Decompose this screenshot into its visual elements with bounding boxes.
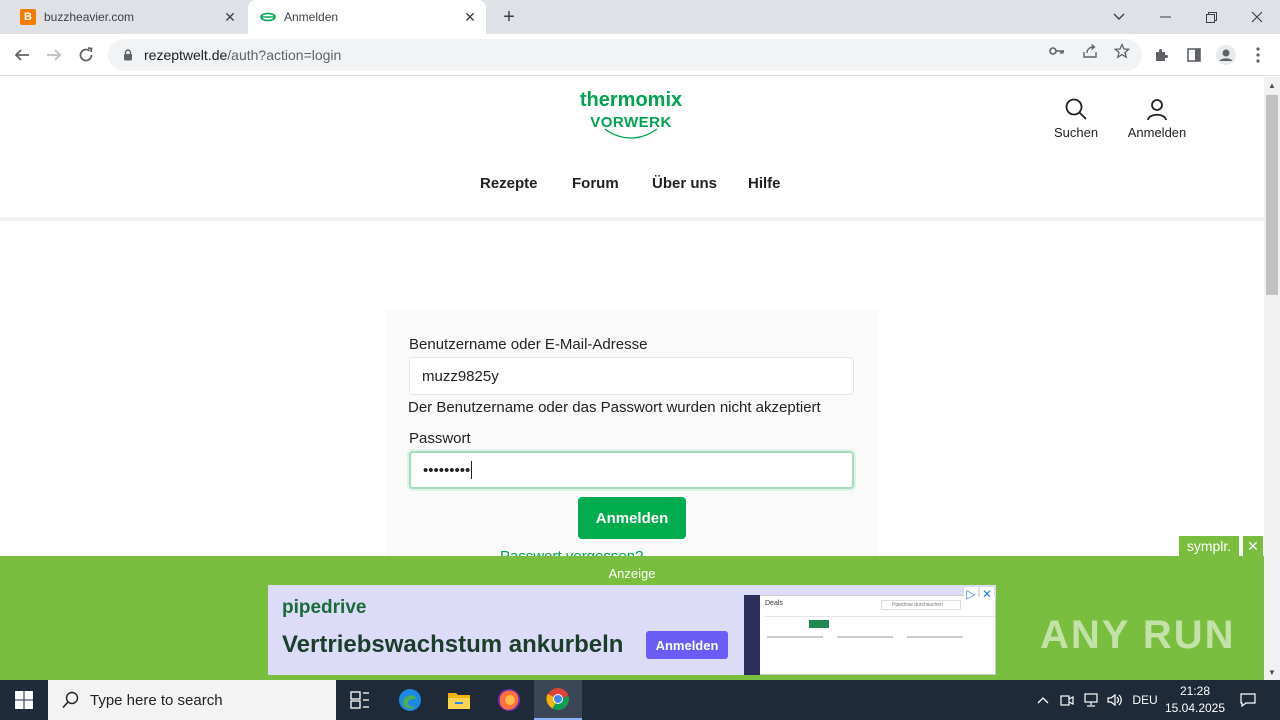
adchoices-icon[interactable]: ▷ (964, 587, 978, 601)
header-login-button[interactable]: Anmelden (1120, 97, 1194, 140)
start-button[interactable] (0, 680, 48, 720)
search-button[interactable]: Suchen (1050, 97, 1102, 140)
login-label: Anmelden (1127, 125, 1187, 140)
thermomix-logo[interactable]: thermomix VORWERK (574, 89, 688, 139)
scroll-thumb[interactable] (1266, 95, 1278, 295)
url-host: rezeptwelt.de (144, 47, 228, 63)
ad-screenshot-search: Pipedrive durchsuchen (881, 600, 961, 610)
password-input[interactable]: ••••••••• (409, 451, 854, 489)
url-path: /auth?action=login (227, 47, 342, 63)
chrome-icon[interactable] (534, 680, 582, 720)
nav-rezepte[interactable]: Rezepte (480, 175, 538, 192)
back-button[interactable] (9, 42, 35, 68)
close-window-button[interactable] (1234, 0, 1280, 34)
ad-provider-badge[interactable]: symplr. (1179, 536, 1239, 556)
user-icon (1147, 99, 1167, 121)
tray-expand-chevron-icon[interactable] (1034, 680, 1052, 720)
share-icon[interactable] (1081, 42, 1099, 60)
windows-logo-icon (15, 691, 33, 709)
clock-date: 15.04.2025 (1164, 701, 1226, 715)
brand-name: thermomix (579, 89, 683, 111)
ad-screenshot-button (809, 620, 829, 628)
file-explorer-icon[interactable] (435, 680, 483, 720)
ad-screenshot-column (907, 636, 963, 672)
lock-icon (124, 49, 132, 61)
task-view-icon[interactable] (336, 680, 384, 720)
clock-time: 21:28 (1179, 684, 1211, 698)
ad-banner[interactable]: pipedrive Vertriebswachstum ankurbeln An… (268, 585, 996, 675)
username-input[interactable]: muzz9825y (409, 357, 854, 395)
taskbar-search-placeholder: Type here to search (90, 691, 223, 709)
login-error-message: Der Benutzername oder das Passwort wurde… (408, 399, 821, 416)
side-panel-icon[interactable] (1183, 44, 1205, 66)
new-tab-button[interactable]: + (498, 6, 520, 28)
input-language-indicator[interactable]: DEU (1130, 680, 1160, 720)
ad-product-screenshot: Deals Pipedrive durchsuchen (744, 595, 996, 675)
key-icon[interactable] (1048, 42, 1066, 60)
brand-sub: VORWERK (590, 114, 672, 131)
tab-search-chevron-icon[interactable] (1096, 0, 1142, 34)
text-caret (471, 461, 473, 479)
blogger-favicon-icon: B (20, 9, 36, 25)
bookmark-star-icon[interactable] (1113, 42, 1131, 60)
username-value: muzz9825y (422, 367, 499, 385)
windows-taskbar: Type here to search DEU 21:28 15.04.2025 (0, 680, 1280, 720)
nav-ueber-uns[interactable]: Über uns (652, 175, 717, 192)
profile-avatar-icon[interactable] (1215, 44, 1237, 66)
ad-headline: Vertriebswachstum ankurbeln (282, 631, 624, 658)
browser-toolbar: rezeptwelt.de/auth?action=login (0, 34, 1280, 76)
site-header: thermomix VORWERK Suchen Anmelden Rezept… (0, 77, 1264, 221)
teams-tray-icon[interactable] (1058, 680, 1076, 720)
ad-screenshot-title: Deals (765, 600, 783, 607)
ad-close-button[interactable]: ✕ (1243, 536, 1263, 556)
password-value: ••••••••• (423, 461, 471, 479)
volume-icon[interactable] (1106, 680, 1124, 720)
notification-center-icon[interactable] (1236, 680, 1260, 720)
minimize-button[interactable] (1142, 0, 1188, 34)
search-icon (1065, 98, 1087, 120)
tab-title: Anmelden (284, 10, 339, 24)
forward-button[interactable] (41, 42, 67, 68)
address-bar[interactable]: rezeptwelt.de/auth?action=login (108, 39, 1142, 71)
username-label: Benutzername oder E-Mail-Adresse (409, 336, 648, 353)
ad-label: Anzeige (608, 566, 656, 581)
ad-cta-button[interactable]: Anmelden (646, 631, 728, 659)
page-scrollbar[interactable]: ▲ ▼ (1264, 77, 1280, 680)
tab-close-icon[interactable]: ✕ (220, 7, 240, 27)
firefox-icon[interactable] (485, 680, 533, 720)
scroll-up-arrow-icon[interactable]: ▲ (1264, 77, 1280, 93)
browser-tabstrip: B buzzheavier.com ✕ Anmelden ✕ + (0, 0, 1280, 34)
search-icon (62, 691, 79, 709)
ad-banner-close-icon[interactable]: ✕ (980, 587, 994, 601)
restore-button[interactable] (1188, 0, 1234, 34)
anyrun-watermark: ANY RUN (1040, 613, 1236, 657)
scroll-down-arrow-icon[interactable]: ▼ (1264, 664, 1280, 680)
thermomix-favicon-icon (260, 9, 276, 25)
nav-hilfe[interactable]: Hilfe (748, 175, 781, 192)
ad-screenshot-sidebar (744, 595, 760, 675)
login-submit-button[interactable]: Anmelden (578, 497, 686, 539)
reload-button[interactable] (73, 42, 99, 68)
divider (765, 616, 995, 617)
edge-browser-icon[interactable] (386, 680, 434, 720)
nav-forum[interactable]: Forum (572, 175, 619, 192)
tab-buzzheavier[interactable]: B buzzheavier.com ✕ (8, 0, 246, 34)
tab-title: buzzheavier.com (44, 10, 135, 24)
network-icon[interactable] (1082, 680, 1100, 720)
taskbar-search-box[interactable]: Type here to search (48, 680, 336, 720)
tab-close-icon[interactable]: ✕ (460, 7, 480, 27)
tab-anmelden[interactable]: Anmelden ✕ (248, 0, 486, 34)
ad-screenshot-column (837, 636, 893, 672)
taskbar-clock[interactable]: 21:28 15.04.2025 (1162, 683, 1228, 717)
ad-screenshot-column (767, 636, 823, 672)
extensions-puzzle-icon[interactable] (1151, 44, 1173, 66)
search-label: Suchen (1053, 125, 1099, 140)
password-label: Passwort (409, 430, 471, 447)
ad-brand-logo: pipedrive (282, 597, 367, 618)
browser-menu-icon[interactable] (1247, 44, 1269, 66)
